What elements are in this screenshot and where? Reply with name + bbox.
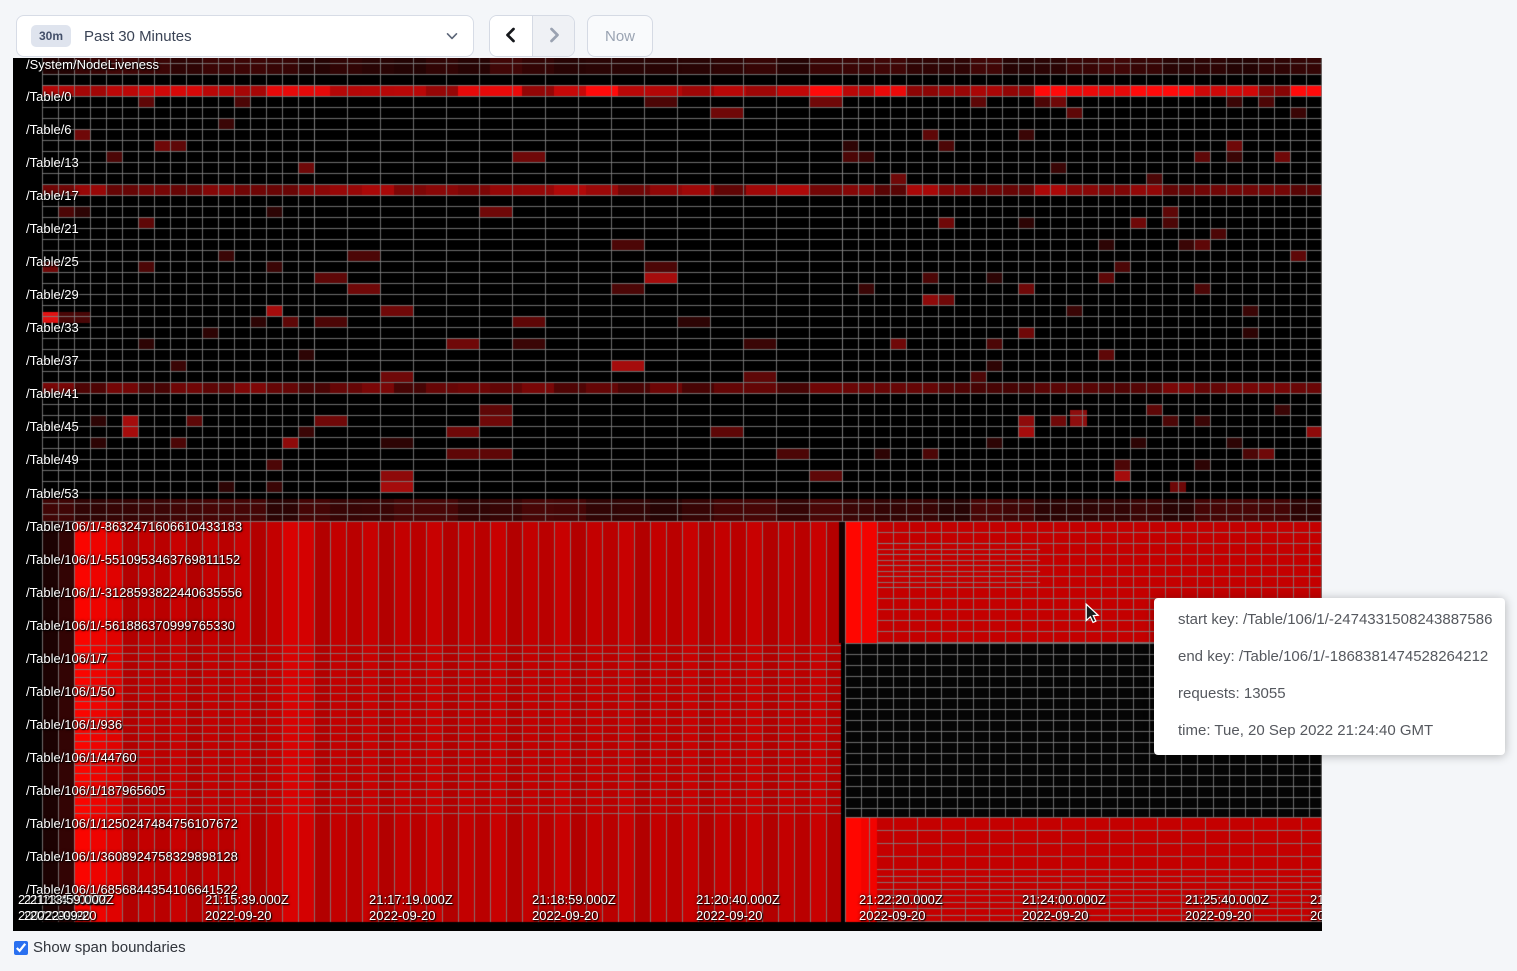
key-visualizer-heatmap[interactable] <box>13 58 1322 931</box>
time-nav-button-group <box>489 15 575 57</box>
time-back-button[interactable] <box>490 16 532 56</box>
tooltip-end-key: end key: /Table/106/1/-18683814745282642… <box>1178 648 1481 665</box>
hover-tooltip: start key: /Table/106/1/-247433150824388… <box>1154 598 1505 755</box>
chevron-down-icon <box>445 29 459 43</box>
time-toolbar: 30m Past 30 Minutes Now <box>16 15 653 57</box>
time-range-label: Past 30 Minutes <box>84 28 192 45</box>
show-span-boundaries-checkbox[interactable] <box>14 941 28 955</box>
time-range-badge: 30m <box>31 25 71 47</box>
key-visualizer-page: 30m Past 30 Minutes Now /System/NodeLive… <box>0 0 1517 971</box>
chevron-left-icon <box>503 26 519 47</box>
tooltip-start-key: start key: /Table/106/1/-247433150824388… <box>1178 611 1481 628</box>
now-button[interactable]: Now <box>587 15 653 57</box>
show-span-boundaries-row: Show span boundaries <box>14 939 186 956</box>
show-span-boundaries-label: Show span boundaries <box>33 939 186 956</box>
tooltip-time: time: Tue, 20 Sep 2022 21:24:40 GMT <box>1178 722 1481 739</box>
time-forward-button[interactable] <box>532 16 574 56</box>
time-range-select[interactable]: 30m Past 30 Minutes <box>16 15 474 57</box>
chevron-right-icon <box>546 26 562 47</box>
tooltip-requests: requests: 13055 <box>1178 685 1481 702</box>
